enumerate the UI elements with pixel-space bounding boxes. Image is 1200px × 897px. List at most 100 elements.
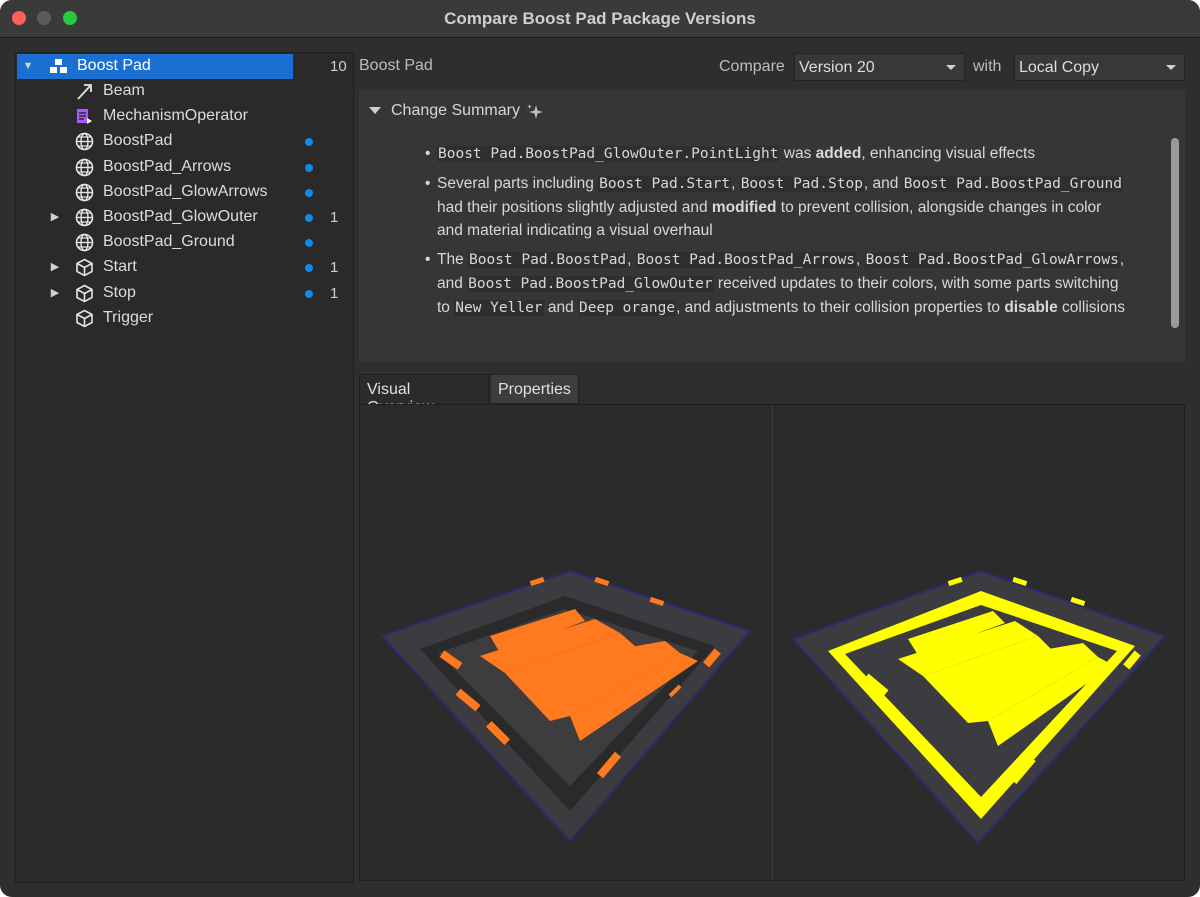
change-count: 1 bbox=[330, 209, 339, 226]
tree-item-start[interactable]: ▶ Start 1 bbox=[16, 255, 353, 280]
tree-item-label: Trigger bbox=[103, 308, 154, 326]
part-cube-icon bbox=[76, 258, 93, 277]
summary-scrollbar[interactable] bbox=[1171, 138, 1179, 328]
tree-item-label: Stop bbox=[103, 283, 136, 301]
expand-triangle-icon bbox=[369, 107, 381, 115]
tree-item-boostpad-glowarrows[interactable]: BoostPad_GlowArrows bbox=[16, 180, 353, 205]
compare-version-select[interactable]: Version 20 bbox=[794, 53, 965, 81]
change-summary-panel: Change Summary Boost Pad.BoostPad_GlowOu… bbox=[359, 90, 1185, 362]
expand-arrow-icon[interactable]: ▶ bbox=[48, 260, 62, 274]
viewport-divider[interactable] bbox=[772, 405, 773, 880]
summary-text: had their positions slightly adjusted an… bbox=[437, 199, 712, 216]
part-cube-icon bbox=[76, 309, 93, 328]
code-path: Boost Pad.Stop bbox=[739, 176, 864, 192]
mesh-globe-icon bbox=[75, 233, 94, 252]
compare-label: Compare bbox=[719, 58, 785, 75]
changed-indicator-dot bbox=[305, 188, 313, 197]
compare-window: Compare Boost Pad Package Versions ▼ Boo… bbox=[0, 0, 1200, 897]
code-path: Boost Pad.BoostPad_Arrows bbox=[635, 252, 857, 268]
change-count: 10 bbox=[330, 58, 347, 75]
tree-item-label: Beam bbox=[103, 82, 145, 99]
summary-bullet: Boost Pad.BoostPad_GlowOuter.PointLight … bbox=[425, 142, 1125, 166]
with-version-value: Local Copy bbox=[1019, 59, 1100, 76]
summary-text: Several parts including bbox=[437, 175, 599, 192]
change-count: 1 bbox=[330, 259, 339, 277]
code-path: Boost Pad.BoostPad_Ground bbox=[902, 176, 1123, 192]
changed-indicator-dot bbox=[305, 239, 313, 248]
changed-indicator-dot bbox=[305, 264, 313, 273]
title-bar: Compare Boost Pad Package Versions bbox=[0, 0, 1200, 38]
tree-item-trigger[interactable]: Trigger bbox=[16, 306, 353, 331]
change-summary-title: Change Summary bbox=[391, 102, 520, 119]
tree-item-mechanismoperator[interactable]: MechanismOperator bbox=[16, 104, 353, 129]
summary-bullet: Several parts including Boost Pad.Start,… bbox=[425, 172, 1125, 242]
tab-properties[interactable]: Properties bbox=[490, 374, 579, 404]
with-version-select[interactable]: Local Copy bbox=[1014, 53, 1185, 81]
summary-text: collisions bbox=[1057, 299, 1125, 316]
summary-text: , enhancing visual effects bbox=[861, 145, 1036, 162]
code-path: Boost Pad.BoostPad_GlowOuter bbox=[467, 276, 714, 292]
boost-pad-preview-old[interactable] bbox=[380, 561, 752, 851]
summary-emphasis: added bbox=[815, 145, 862, 162]
mesh-globe-icon bbox=[75, 208, 94, 227]
expand-arrow-icon[interactable]: ▶ bbox=[48, 286, 62, 300]
tab-visual-overview[interactable]: Visual Overview bbox=[359, 374, 489, 416]
tree-item-label: BoostPad_Ground bbox=[103, 233, 235, 251]
code-value: New Yeller bbox=[454, 300, 544, 316]
tree-item-label: BoostPad_GlowArrows bbox=[103, 182, 268, 200]
tree-item-label: Start bbox=[103, 258, 137, 276]
tree-item-label: Boost Pad bbox=[77, 57, 151, 74]
summary-text: , bbox=[627, 251, 636, 268]
boost-pad-preview-local[interactable] bbox=[793, 561, 1165, 851]
code-path: Boost Pad.BoostPad_GlowArrows bbox=[864, 252, 1120, 268]
changed-indicator-dot bbox=[305, 163, 313, 172]
tree-item-boostpad-glowouter[interactable]: ▶ BoostPad_GlowOuter 1 bbox=[16, 205, 353, 230]
tree-item-label: BoostPad_GlowOuter bbox=[103, 208, 258, 225]
summary-text: The bbox=[437, 251, 469, 268]
script-icon bbox=[77, 109, 92, 125]
summary-bullet: The Boost Pad.BoostPad, Boost Pad.BoostP… bbox=[425, 248, 1125, 320]
change-summary-toggle[interactable]: Change Summary bbox=[369, 102, 520, 120]
change-summary-list: Boost Pad.BoostPad_GlowOuter.PointLight … bbox=[425, 142, 1125, 326]
code-path: Boost Pad.BoostPad bbox=[468, 252, 628, 268]
mesh-globe-icon bbox=[75, 133, 94, 151]
changed-indicator-dot bbox=[305, 214, 313, 222]
beam-icon bbox=[77, 84, 92, 100]
change-count: 1 bbox=[330, 284, 339, 302]
window-title: Compare Boost Pad Package Versions bbox=[444, 9, 756, 28]
tree-item-boostpad[interactable]: BoostPad bbox=[16, 129, 353, 154]
visual-overview-viewports bbox=[359, 404, 1185, 881]
part-cube-icon bbox=[76, 284, 93, 303]
package-icon bbox=[50, 59, 67, 73]
selected-object-name: Boost Pad bbox=[359, 57, 433, 74]
chevron-down-icon bbox=[946, 65, 956, 70]
summary-text: , and adjustments to their collision pro… bbox=[676, 299, 1005, 316]
mesh-globe-icon bbox=[75, 158, 94, 176]
tree-item-boostpad-ground[interactable]: BoostPad_Ground bbox=[16, 230, 353, 255]
expand-arrow-icon[interactable]: ▶ bbox=[48, 210, 62, 224]
summary-text: , bbox=[856, 251, 865, 268]
code-path: Boost Pad.BoostPad_GlowOuter.PointLight bbox=[437, 146, 780, 162]
tree-item-label: BoostPad_Arrows bbox=[103, 157, 232, 175]
summary-text: was bbox=[779, 145, 816, 162]
changed-indicator-dot bbox=[305, 289, 313, 298]
ai-sparkle-icon bbox=[527, 104, 543, 119]
tree-item-boostpad-arrows[interactable]: BoostPad_Arrows bbox=[16, 155, 353, 180]
code-value: Deep orange bbox=[578, 300, 677, 316]
tree-item-boost-pad[interactable]: ▼ Boost Pad 10 bbox=[16, 54, 353, 79]
summary-emphasis: modified bbox=[711, 199, 777, 216]
summary-text: , bbox=[731, 175, 740, 192]
code-path: Boost Pad.Start bbox=[598, 176, 732, 192]
summary-text: , and bbox=[863, 175, 903, 192]
summary-emphasis: disable bbox=[1004, 299, 1058, 316]
mesh-globe-icon bbox=[75, 183, 94, 202]
tree-item-label: MechanismOperator bbox=[103, 107, 248, 125]
collapse-arrow-icon[interactable]: ▼ bbox=[21, 59, 35, 73]
tree-item-label: BoostPad bbox=[103, 132, 173, 150]
summary-text: and bbox=[543, 299, 579, 316]
compare-version-value: Version 20 bbox=[799, 59, 875, 76]
tree-item-stop[interactable]: ▶ Stop 1 bbox=[16, 281, 353, 306]
with-label: with bbox=[973, 58, 1002, 75]
tree-item-beam[interactable]: Beam bbox=[16, 79, 353, 104]
chevron-down-icon bbox=[1166, 65, 1176, 70]
